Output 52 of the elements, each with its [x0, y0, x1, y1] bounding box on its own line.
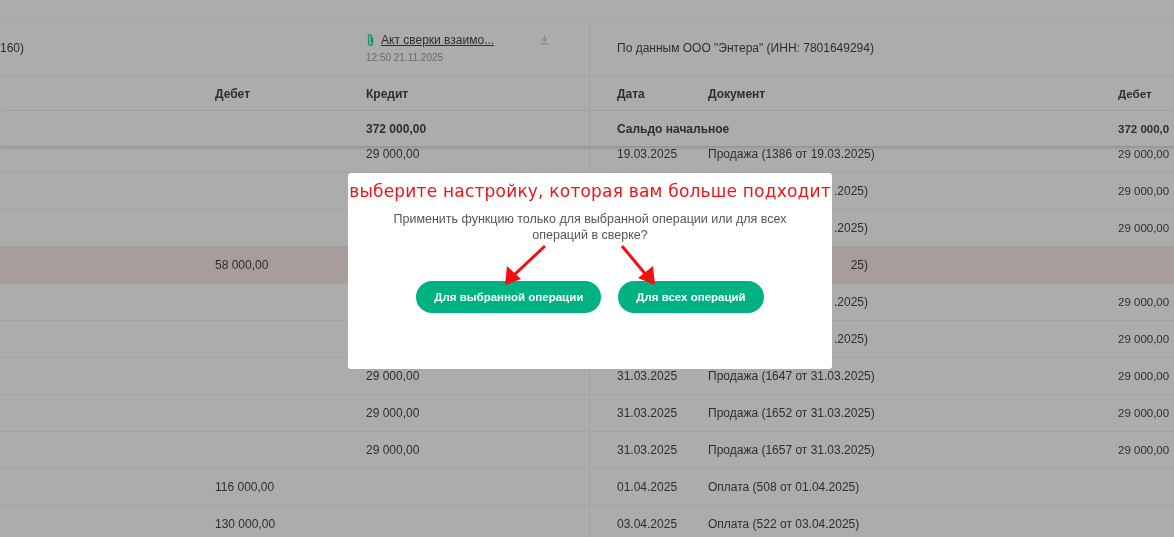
table-cell: .2025)	[833, 332, 868, 346]
table-cell: 29 000,00	[1118, 370, 1170, 382]
table-cell: 58 000,00	[215, 258, 269, 272]
table-cell: Сальдо начальное	[617, 121, 730, 136]
column-header: Дебет	[1118, 87, 1152, 100]
column-header: Кредит	[366, 86, 409, 101]
action-button[interactable]: Для выбранной операции	[416, 281, 602, 313]
paperclip-icon	[366, 32, 375, 47]
table-cell: Продажа (1386 от 19.03.2025)	[708, 147, 875, 161]
table-cell: .2025)	[833, 184, 868, 198]
table-cell: Продажа (1652 от 31.03.2025)	[708, 406, 875, 420]
annotation-arrow	[620, 245, 655, 285]
table-cell: .2025)	[833, 221, 868, 235]
table-cell: Продажа (1647 от 31.03.2025)	[708, 369, 875, 383]
table-cell: 19.03.2025	[617, 147, 678, 161]
dialog-message: Применить функцию только для выбранной операции или для всех операций в сверке?	[392, 211, 788, 243]
table-cell: 29 000,00	[1118, 296, 1170, 308]
table-cell: 31.03.2025	[617, 443, 678, 457]
table-cell: 29 000,00	[366, 443, 420, 457]
table-cell: 116 000,00	[215, 480, 275, 494]
table-cell: 29 000,00	[1118, 407, 1170, 419]
table-cell: 03.04.2025	[617, 517, 678, 531]
table-title: По данным ООО "Энтера" (ИНН: 7801649294)	[617, 40, 874, 55]
table-cell: Продажа (1657 от 31.03.2025)	[708, 443, 875, 457]
column-header: Дата	[617, 86, 645, 101]
table-cell: 29 000,00	[366, 406, 420, 420]
table-cell: 31.03.2025	[617, 406, 678, 420]
table-cell: 130 000,00	[215, 517, 276, 531]
table-cell: 29 000,00	[1118, 222, 1170, 234]
table-cell: Оплата (522 от 03.04.2025)	[708, 517, 860, 531]
table-cell: 29 000,00	[1118, 148, 1170, 160]
action-button[interactable]: Для всех операций	[618, 281, 764, 313]
table-cell: 372 000,0	[1118, 122, 1170, 135]
column-header: Документ	[708, 86, 766, 101]
table-cell: .2025)	[833, 295, 868, 309]
table-cell: 29 000,00	[1118, 185, 1170, 197]
annotation-arrow	[505, 244, 547, 285]
table-cell: Оплата (508 от 01.04.2025)	[708, 480, 860, 494]
table-cell: 372 000,00	[366, 121, 427, 136]
attachment-link[interactable]: Акт сверки взаимо...	[381, 32, 521, 47]
column-header: Дебет	[215, 86, 250, 101]
download-icon[interactable]	[539, 34, 550, 45]
table-title: 160)	[0, 40, 25, 55]
table-cell: 25)	[850, 258, 868, 272]
table-cell: 29 000,00	[1118, 444, 1170, 456]
table-cell: 01.04.2025	[617, 480, 678, 494]
table-cell: 29 000,00	[366, 147, 420, 161]
table-cell: 31.03.2025	[617, 369, 678, 383]
table-cell: 29 000,00	[1118, 333, 1170, 345]
table-cell: 29 000,00	[366, 369, 420, 383]
attachment-time: 12:50 21.11.2025	[366, 51, 444, 63]
annotation-text: выберите настройку, которая вам больше подходит	[349, 181, 831, 201]
